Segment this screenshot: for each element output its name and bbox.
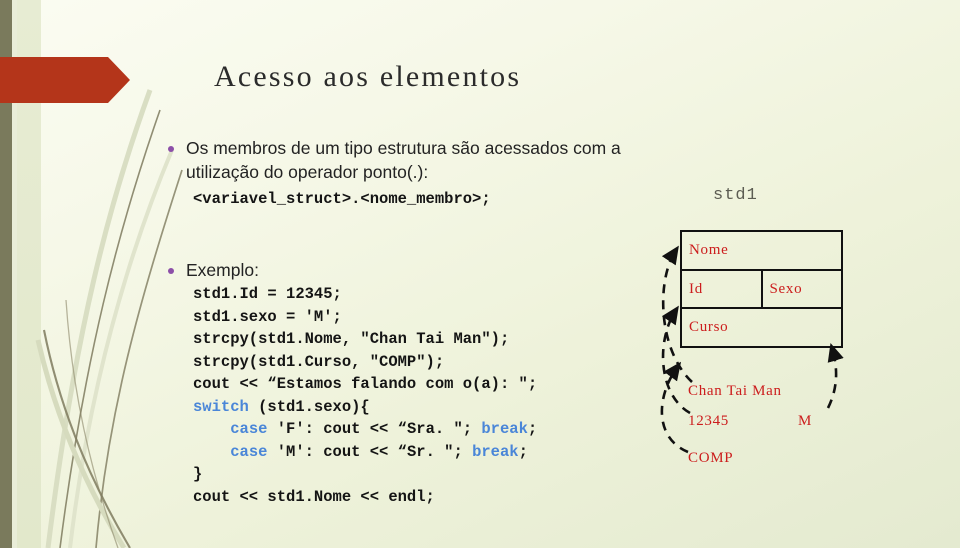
bullet-text-example: Exemplo:	[186, 260, 259, 280]
value-nome: Chan Tai Man	[688, 383, 782, 399]
table-cell-nome: Nome	[689, 241, 729, 258]
bullet-item-example: Exemplo:	[168, 258, 638, 282]
code-line: strcpy(std1.Curso, "COMP");	[193, 351, 537, 374]
code-text: std1.sexo = 'M';	[193, 307, 342, 326]
code-keyword: switch	[193, 397, 249, 416]
table-cell-sexo: Sexo	[760, 270, 842, 308]
table-row: Curso	[682, 307, 841, 346]
table-cell-id: Id	[689, 280, 703, 297]
code-line: case 'M': cout << “Sr. "; break;	[193, 441, 537, 464]
code-text: std1.Id = 12345;	[193, 285, 342, 303]
code-block: std1.Id = 12345; std1.sexo = 'M'; strcpy(s…	[193, 283, 537, 508]
code-keyword: break	[472, 442, 519, 461]
code-line: std1.sexo = 'M';	[193, 306, 537, 329]
code-keyword: case	[230, 420, 268, 438]
table-row: Nome	[682, 232, 841, 269]
code-text: cout << std1.Nome << endl;	[193, 487, 435, 506]
code-line: case 'F': cout << “Sra. "; break;	[193, 418, 537, 441]
table-cell-curso: Curso	[689, 319, 729, 336]
code-keyword: case	[230, 442, 268, 461]
code-line: switch (std1.sexo){	[193, 396, 537, 419]
code-line: strcpy(std1.Nome, "Chan Tai Man");	[193, 328, 537, 351]
title-arrow-banner	[0, 57, 130, 103]
code-text: (std1.sexo){	[248, 397, 370, 416]
code-text: ;	[527, 420, 538, 438]
page-title: Acesso aos elementos	[214, 60, 522, 93]
code-keyword: break	[481, 420, 528, 438]
slide-canvas: Acesso aos elementos Os membros de um ti…	[0, 0, 960, 548]
code-line: std1.Id = 12345;	[193, 283, 537, 306]
code-text: 'M': cout << “Sr. ";	[267, 442, 473, 461]
code-text: 'F': cout << “Sra. ";	[267, 420, 482, 438]
code-text: strcpy(std1.Curso, "COMP");	[193, 352, 445, 371]
struct-memory-table: Nome Id Sexo Curso	[680, 230, 843, 348]
code-line: cout << “Estamos falando com o(a): ";	[193, 373, 537, 396]
code-text: }	[193, 465, 203, 483]
value-curso: COMP	[688, 450, 734, 466]
value-sexo: M	[798, 413, 813, 429]
code-text: cout << “Estamos falando com o(a): ";	[193, 375, 538, 393]
code-text: ;	[518, 442, 528, 461]
bullet-text-members: Os membros de um tipo estrutura são aces…	[186, 138, 621, 182]
bullet-dot-icon	[168, 146, 174, 152]
code-text: strcpy(std1.Nome, "Chan Tai Man");	[193, 330, 510, 348]
code-line: cout << std1.Nome << endl;	[193, 486, 537, 509]
code-line: }	[193, 463, 537, 486]
bullet-dot-icon	[168, 268, 174, 274]
value-id: 12345	[688, 413, 729, 429]
bullet-item-members: Os membros de um tipo estrutura são aces…	[168, 136, 638, 184]
struct-variable-label: std1	[713, 186, 758, 205]
struct-declaration-code: <variavel_struct>.<nome_membro>;	[193, 190, 491, 208]
table-row: Id Sexo	[682, 268, 842, 308]
